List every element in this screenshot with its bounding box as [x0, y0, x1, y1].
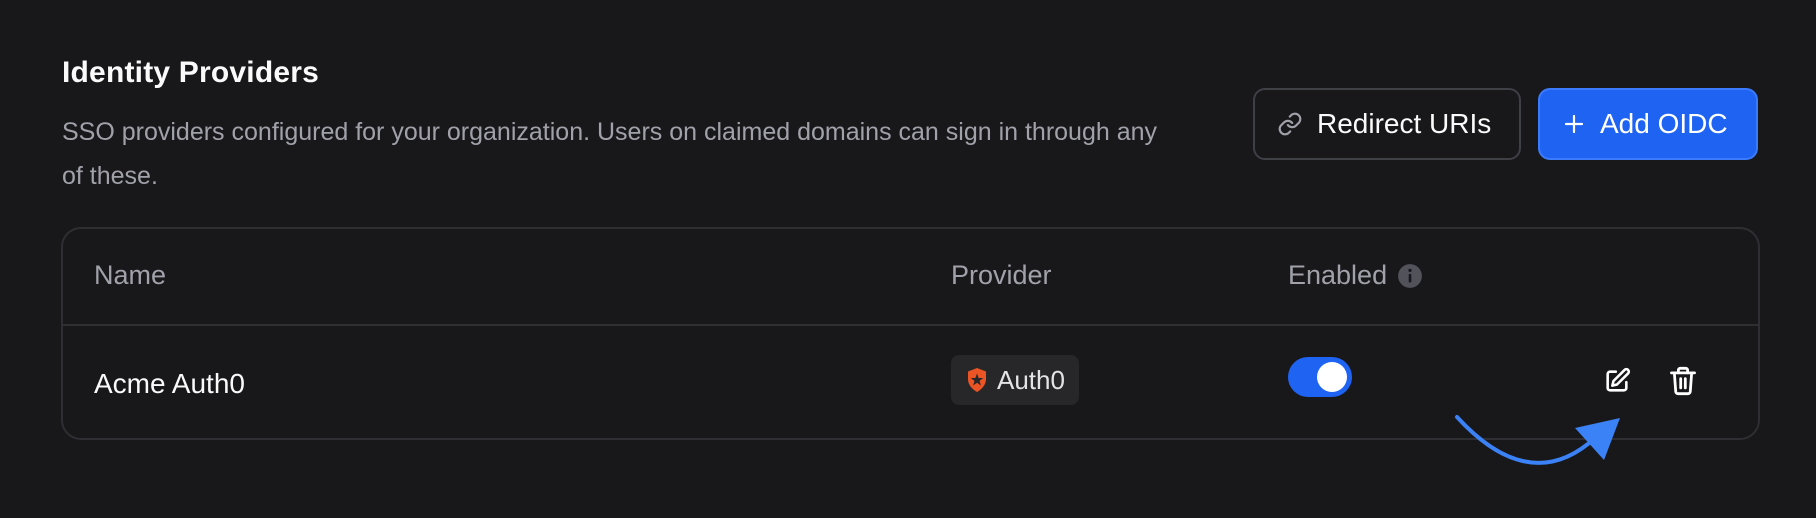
trash-icon — [1670, 366, 1696, 396]
column-header-enabled: Enabled — [1288, 260, 1423, 291]
provider-badge: Auth0 — [951, 355, 1079, 405]
toggle-knob — [1317, 362, 1347, 392]
column-header-provider: Provider — [951, 260, 1052, 291]
curved-arrow-icon — [1455, 415, 1620, 465]
edit-icon — [1606, 367, 1631, 392]
identity-providers-page: Identity Providers SSO providers configu… — [0, 0, 1816, 518]
delete-button[interactable] — [1665, 363, 1701, 399]
add-oidc-button[interactable]: Add OIDC — [1538, 88, 1758, 160]
column-header-name: Name — [94, 260, 166, 291]
enabled-toggle[interactable] — [1288, 357, 1352, 397]
section-header: Identity Providers SSO providers configu… — [62, 56, 1762, 190]
column-header-enabled-label: Enabled — [1288, 260, 1388, 290]
table-header: Name Provider Enabled — [63, 229, 1758, 326]
provider-name: Acme Auth0 — [94, 368, 245, 399]
section-title: Identity Providers — [62, 56, 320, 89]
plus-icon — [1564, 114, 1584, 134]
link-icon — [1278, 112, 1302, 136]
section-description: SSO providers configured for your organi… — [62, 118, 1158, 190]
edit-button[interactable] — [1599, 363, 1635, 399]
redirect-uris-label: Redirect URIs — [1317, 108, 1492, 139]
redirect-uris-button[interactable]: Redirect URIs — [1253, 88, 1521, 160]
provider-badge-label: Auth0 — [997, 364, 1065, 395]
add-oidc-label: Add OIDC — [1600, 108, 1728, 139]
info-icon[interactable] — [1397, 263, 1423, 289]
column-header-name-label: Name — [94, 260, 167, 290]
header-actions: Redirect URIs Add OIDC — [1253, 88, 1758, 160]
column-header-provider-label: Provider — [951, 260, 1052, 290]
auth0-logo-icon — [968, 368, 986, 392]
